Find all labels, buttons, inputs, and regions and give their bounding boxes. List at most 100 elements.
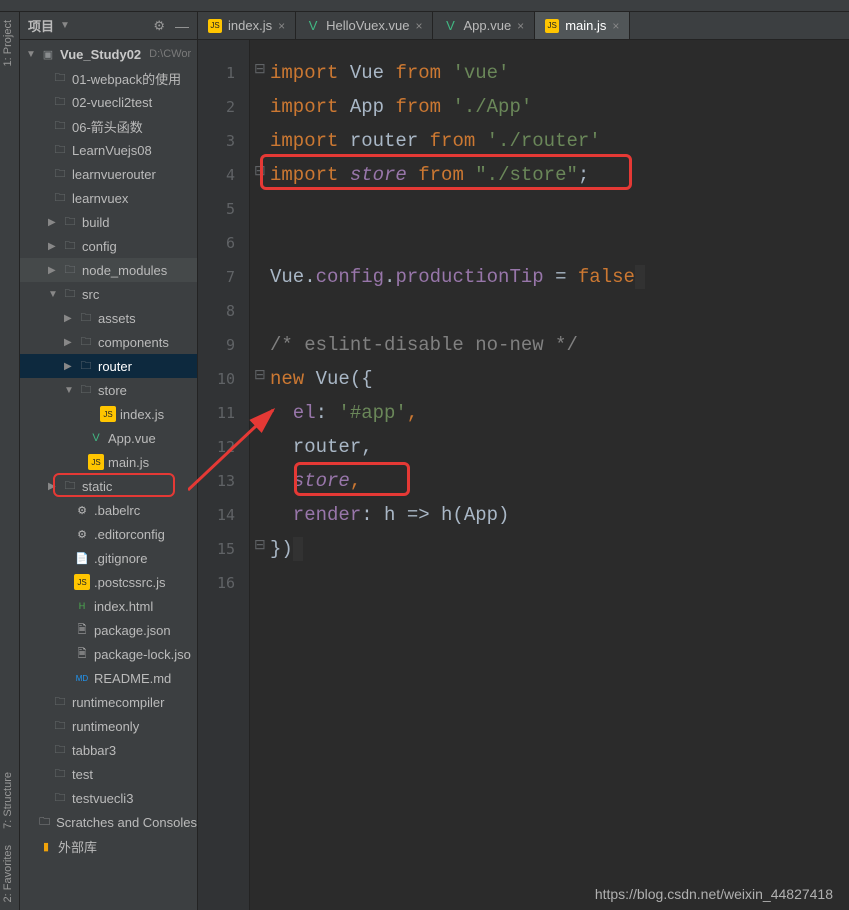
line-gutter: 12345678910111213141516: [198, 40, 250, 910]
folder-icon: 🗀: [62, 478, 78, 494]
code-line: [270, 566, 849, 600]
tree-item-build[interactable]: ▶🗀build: [20, 210, 197, 234]
tree-item-app-vue[interactable]: VApp.vue: [20, 426, 197, 450]
tree-item-store[interactable]: ▼🗀store: [20, 378, 197, 402]
tree-item[interactable]: 🗀01-webpack的使用: [20, 66, 197, 90]
tree-item-package-json[interactable]: 🗎package.json: [20, 618, 197, 642]
code-line: store,: [270, 464, 849, 498]
tree-item[interactable]: 🗀runtimecompiler: [20, 690, 197, 714]
sidestrip-favorites[interactable]: 2: Favorites: [0, 837, 16, 910]
code-line: [270, 192, 849, 226]
tree-item-package-lock[interactable]: 🗎package-lock.jso: [20, 642, 197, 666]
tree-item-editorconfig[interactable]: ⚙.editorconfig: [20, 522, 197, 546]
folder-icon: 🗀: [62, 286, 78, 302]
tree-item-learnvuex[interactable]: 🗀learnvuex: [20, 186, 197, 210]
sidestrip-project[interactable]: 1: Project: [0, 12, 16, 74]
scratches-icon: 🗀: [37, 814, 52, 830]
panel-header: 项目 ▼ ⚙ —: [20, 12, 197, 40]
tree-item-scratches[interactable]: 🗀Scratches and Consoles: [20, 810, 197, 834]
folder-icon: 🗀: [78, 310, 94, 326]
vue-file-icon: V: [306, 19, 320, 33]
editor-area: JS index.js× V HelloVuex.vue× V App.vue×…: [198, 12, 849, 910]
folder-icon: 🗀: [52, 70, 68, 86]
folder-icon: 🗀: [52, 166, 68, 182]
code-line: }): [270, 532, 849, 566]
tab-app-vue[interactable]: V App.vue×: [433, 12, 535, 39]
fold-mark-icon[interactable]: ⊟: [254, 366, 264, 383]
tree-item-store-index[interactable]: JSindex.js: [20, 402, 197, 426]
vue-file-icon: V: [443, 19, 457, 33]
top-toolbar: [0, 0, 849, 12]
json-file-icon: 🗎: [74, 646, 90, 662]
tree-item-node-modules[interactable]: ▶🗀node_modules: [20, 258, 197, 282]
tree-item-main-js[interactable]: JSmain.js: [20, 450, 197, 474]
tree-item-index-html[interactable]: Hindex.html: [20, 594, 197, 618]
file-icon: 📄: [74, 550, 90, 566]
tree-item[interactable]: 🗀testvuecli3: [20, 786, 197, 810]
code-line: [270, 294, 849, 328]
code-line: import Vue from 'vue': [270, 56, 849, 90]
tree-item-config[interactable]: ▶🗀config: [20, 234, 197, 258]
tree-item[interactable]: 🗀tabbar3: [20, 738, 197, 762]
tree-item[interactable]: 🗀learnvuerouter: [20, 162, 197, 186]
fold-mark-icon[interactable]: ⊟: [254, 536, 264, 553]
project-panel: 项目 ▼ ⚙ — ▼▣ Vue_Study02 D:\CWor 🗀01-webp…: [20, 12, 198, 910]
tab-hellovuex[interactable]: V HelloVuex.vue×: [296, 12, 433, 39]
json-file-icon: 🗎: [74, 622, 90, 638]
close-icon[interactable]: ×: [278, 19, 285, 33]
code-line: import router from './router': [270, 124, 849, 158]
tree-item-babelrc[interactable]: ⚙.babelrc: [20, 498, 197, 522]
close-icon[interactable]: ×: [517, 19, 524, 33]
project-root[interactable]: ▼▣ Vue_Study02 D:\CWor: [20, 42, 197, 66]
project-tree[interactable]: ▼▣ Vue_Study02 D:\CWor 🗀01-webpack的使用 🗀0…: [20, 40, 197, 910]
tree-item-postcssrc[interactable]: JS.postcssrc.js: [20, 570, 197, 594]
folder-icon: 🗀: [62, 238, 78, 254]
code-line: import store from "./store";: [270, 158, 849, 192]
code-line: /* eslint-disable no-new */: [270, 328, 849, 362]
js-file-icon: JS: [100, 406, 116, 422]
code-line: [270, 226, 849, 260]
folder-icon: 🗀: [62, 214, 78, 230]
tree-item[interactable]: 🗀LearnVuejs08: [20, 138, 197, 162]
folder-icon: 🗀: [78, 334, 94, 350]
js-file-icon: JS: [88, 454, 104, 470]
project-name: Vue_Study02: [60, 47, 141, 62]
sidestrip-structure[interactable]: 7: Structure: [0, 764, 16, 837]
tree-item[interactable]: 🗀test: [20, 762, 197, 786]
folder-icon: 🗀: [52, 142, 68, 158]
js-file-icon: JS: [74, 574, 90, 590]
code-line: import App from './App': [270, 90, 849, 124]
folder-icon: 🗀: [52, 742, 68, 758]
dropdown-icon[interactable]: ▼: [60, 20, 70, 31]
tree-item-readme[interactable]: MDREADME.md: [20, 666, 197, 690]
code-line: render: h => h(App): [270, 498, 849, 532]
code-area[interactable]: 12345678910111213141516 ⊟ ⊟ ⊟ ⊟ import V…: [198, 40, 849, 910]
code-content[interactable]: import Vue from 'vue' import App from '.…: [250, 40, 849, 910]
panel-title: 项目: [28, 16, 54, 35]
tree-item-router[interactable]: ▶🗀router: [20, 354, 197, 378]
tree-item[interactable]: 🗀02-vuecli2test: [20, 90, 197, 114]
tree-item[interactable]: 🗀06-箭头函数: [20, 114, 197, 138]
folder-icon: 🗀: [52, 94, 68, 110]
project-icon: ▣: [40, 46, 56, 62]
close-icon[interactable]: ×: [415, 19, 422, 33]
close-icon[interactable]: ×: [612, 19, 619, 33]
folder-icon: 🗀: [52, 694, 68, 710]
tree-item-components[interactable]: ▶🗀components: [20, 330, 197, 354]
tree-item[interactable]: 🗀runtimeonly: [20, 714, 197, 738]
vue-file-icon: V: [88, 430, 104, 446]
fold-mark-icon[interactable]: ⊟: [254, 60, 264, 77]
tree-item-assets[interactable]: ▶🗀assets: [20, 306, 197, 330]
tab-index-js[interactable]: JS index.js×: [198, 12, 296, 39]
tree-item-external[interactable]: ▮外部库: [20, 834, 197, 858]
minimize-icon[interactable]: —: [175, 18, 189, 34]
tab-main-js[interactable]: JS main.js×: [535, 12, 630, 39]
tree-item-src[interactable]: ▼🗀src: [20, 282, 197, 306]
gear-icon[interactable]: ⚙: [153, 18, 165, 34]
tree-item-gitignore[interactable]: 📄.gitignore: [20, 546, 197, 570]
fold-mark-icon[interactable]: ⊟: [254, 162, 264, 179]
folder-icon: 🗀: [52, 766, 68, 782]
folder-icon: 🗀: [52, 118, 68, 134]
tree-item-static[interactable]: ▶🗀static: [20, 474, 197, 498]
folder-icon: 🗀: [52, 790, 68, 806]
